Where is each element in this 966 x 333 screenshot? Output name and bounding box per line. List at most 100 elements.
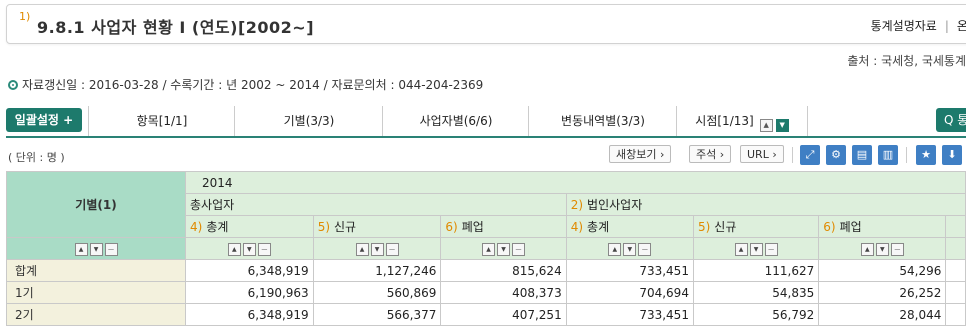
row-label: 2기: [6, 303, 186, 326]
table-row: 2기 6,348,919 566,377 407,251 733,451 56,…: [6, 303, 966, 326]
collapse-icon[interactable]: —: [257, 242, 271, 256]
expand-icon[interactable]: ⤢: [800, 145, 820, 165]
sort-up-icon[interactable]: ▲: [74, 242, 88, 256]
online-link[interactable]: 온라인: [957, 19, 966, 33]
group-header-total: 총사업자: [185, 193, 567, 216]
footnote-number[interactable]: 4): [571, 220, 583, 234]
column-header: 5) 신규: [312, 215, 442, 238]
bullet-icon: [8, 80, 18, 90]
collapse-icon[interactable]: —: [104, 242, 118, 256]
table-cell: 6,190,963: [185, 281, 314, 304]
sort-down-icon[interactable]: ▼: [623, 242, 637, 256]
column-header: 5) 신규: [692, 215, 820, 238]
column-sort-controls: ▲ ▼ —: [818, 237, 947, 260]
sort-up-icon[interactable]: ▲: [227, 242, 241, 256]
batch-setting-button[interactable]: 일괄설정 +: [6, 108, 82, 132]
table-row: 1기 6,190,963 560,869 408,373 704,694 54,…: [6, 281, 966, 304]
row-header-title: 기별(1): [6, 171, 186, 238]
link-separator: |: [944, 19, 949, 33]
collapse-icon[interactable]: —: [512, 242, 526, 256]
sort-up-icon[interactable]: ▲: [860, 242, 874, 256]
column-header-label: 폐업: [461, 220, 484, 234]
sort-down-icon[interactable]: ▼: [89, 242, 103, 256]
column-sort-controls: ▲ ▼ —: [312, 237, 442, 260]
arrow-up-icon[interactable]: ▲: [759, 119, 773, 132]
footnote-number[interactable]: 4): [190, 220, 202, 234]
footnote-number[interactable]: 5): [698, 220, 710, 234]
title-footnote-number[interactable]: 1): [19, 10, 30, 23]
table-cell: 28,044: [818, 303, 947, 326]
tab-period[interactable]: 기별(3/3): [234, 106, 383, 136]
table-cell: 54,296: [818, 259, 947, 282]
collapse-icon[interactable]: —: [764, 242, 778, 256]
table-cell-overflow: [945, 281, 966, 304]
column-header-label: 폐업: [839, 220, 862, 234]
star-icon[interactable]: ★: [916, 145, 936, 165]
page-title: 9.8.1 사업자 현황 I (연도)[2002~]: [37, 18, 315, 37]
collapse-icon[interactable]: —: [638, 242, 652, 256]
footnote-number[interactable]: 6): [823, 220, 835, 234]
tab-change-type[interactable]: 변동내역별(3/3): [528, 106, 677, 136]
table-cell: 6,348,919: [185, 259, 314, 282]
sort-down-icon[interactable]: ▼: [749, 242, 763, 256]
column-header-label: 총계: [206, 220, 229, 234]
table-cell: 6,348,919: [185, 303, 314, 326]
url-button[interactable]: URL ›: [740, 145, 784, 163]
chart-icon[interactable]: ▥: [878, 145, 898, 165]
arrow-down-icon[interactable]: ▼: [775, 119, 789, 132]
column-sort-controls: ▲ ▼ —: [185, 237, 314, 260]
tab-timepoint-label: 시점[1/13]: [695, 114, 754, 128]
group-header-label: 법인사업자: [587, 198, 643, 212]
download-icon[interactable]: ⬇: [942, 145, 962, 165]
column-header: 4) 총계: [565, 215, 694, 238]
data-table: 기별(1) 2014 총사업자 2) 법인사업자 4) 총계 5) 신규 6) 폐업 4…: [6, 171, 966, 326]
title-links: 통계설명자료 | 온라인: [871, 17, 966, 34]
sort-up-icon[interactable]: ▲: [482, 242, 496, 256]
collapse-icon[interactable]: —: [385, 242, 399, 256]
table-cell: 26,252: [818, 281, 947, 304]
sort-down-icon[interactable]: ▼: [497, 242, 511, 256]
table-cell-overflow: [945, 303, 966, 326]
title-box: 1) 9.8.1 사업자 현황 I (연도)[2002~] 통계설명자료 | 온라인: [6, 4, 966, 44]
sort-up-icon[interactable]: ▲: [734, 242, 748, 256]
sort-down-icon[interactable]: ▼: [242, 242, 256, 256]
new-window-button[interactable]: 새창보기 ›: [609, 145, 672, 163]
period-label: 수록기간 :: [170, 78, 227, 92]
column-header: 6) 폐업: [440, 215, 567, 238]
updated-label: 자료갱신일 :: [22, 78, 89, 92]
sort-up-icon[interactable]: ▲: [608, 242, 622, 256]
sort-down-icon[interactable]: ▼: [875, 242, 889, 256]
row-label: 1기: [6, 281, 186, 304]
table-cell: 54,835: [692, 281, 820, 304]
tab-timepoint[interactable]: 시점[1/13] ▲ ▼: [676, 106, 808, 136]
row-label: 합계: [6, 259, 186, 282]
table-cell: 704,694: [565, 281, 694, 304]
document-icon[interactable]: ▤: [852, 145, 872, 165]
table-cell: 408,373: [440, 281, 567, 304]
footnote-number[interactable]: 6): [445, 220, 457, 234]
sort-down-icon[interactable]: ▼: [370, 242, 384, 256]
column-header: 4) 총계: [185, 215, 314, 238]
group-header-corporate: 2) 법인사업자: [565, 193, 966, 216]
settings-icon[interactable]: ⚙: [826, 145, 846, 165]
table-cell: 111,627: [692, 259, 820, 282]
search-button[interactable]: Q 통: [936, 108, 966, 132]
table-cell: 733,451: [565, 303, 694, 326]
column-sort-controls: ▲ ▼ —: [565, 237, 694, 260]
column-header-overflow: [945, 215, 966, 238]
collapse-icon[interactable]: —: [890, 242, 904, 256]
tab-items[interactable]: 항목[1/1]: [88, 106, 235, 136]
table-cell: 815,624: [440, 259, 567, 282]
table-cell: 733,451: [565, 259, 694, 282]
table-cell: 560,869: [312, 281, 442, 304]
footnote-number[interactable]: 2): [571, 198, 583, 212]
stats-description-link[interactable]: 통계설명자료: [871, 19, 937, 33]
sort-up-icon[interactable]: ▲: [355, 242, 369, 256]
footnote-number[interactable]: 5): [318, 220, 330, 234]
column-header-label: 신규: [334, 220, 357, 234]
toolbar-divider: [792, 147, 793, 163]
annotation-button[interactable]: 주석 ›: [689, 145, 732, 163]
table-cell: 407,251: [440, 303, 567, 326]
tab-business-type[interactable]: 사업자별(6/6): [382, 106, 529, 136]
table-cell: 1,127,246: [312, 259, 442, 282]
